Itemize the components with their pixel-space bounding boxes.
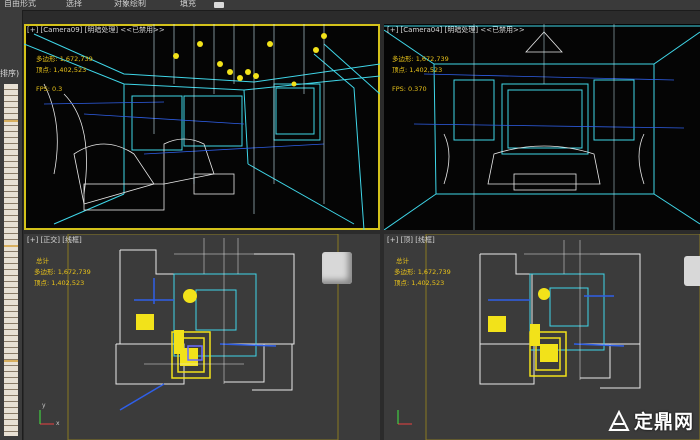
- 3d-viewcube-icon[interactable]: [322, 252, 352, 284]
- stat-name: 顶点:: [394, 279, 410, 287]
- stat-row: 总计: [394, 256, 451, 267]
- stat-name: 多边形:: [392, 55, 414, 63]
- stat-value: 总计: [396, 257, 409, 265]
- stat-value: 0.3: [51, 85, 63, 93]
- stat-name: 多边形:: [394, 268, 416, 276]
- axis-gizmo-icon: [39, 410, 54, 425]
- stat-name: 顶点:: [36, 66, 52, 74]
- stat-row: 顶点: 1,402,523: [36, 65, 93, 76]
- ruler-marker: [4, 360, 18, 362]
- stat-value: 1,672,739: [417, 268, 451, 276]
- viewport-label[interactable]: [+] [正交] [线框]: [27, 235, 82, 245]
- stat-row: 多边形: 1,672,739: [392, 54, 449, 65]
- viewport-label[interactable]: [+] [顶] [线框]: [387, 235, 435, 245]
- stat-value: 1,402,523: [411, 279, 445, 287]
- viewport-label[interactable]: [+] [Camera04] [明暗处理] <<已禁用>>: [387, 25, 525, 35]
- viewport-menu-icon[interactable]: [214, 2, 224, 8]
- stat-value: 1,672,739: [415, 55, 449, 63]
- viewport-stats: 多边形: 1,672,739 顶点: 1,402,523 FPS: 0.3: [36, 54, 93, 95]
- menu-item-object-paint[interactable]: 对象绘制: [114, 0, 146, 9]
- viewport-camera09[interactable]: [+] [Camera09] [明暗处理] <<已禁用>> 多边形: 1,672,…: [24, 24, 380, 230]
- viewport-stats: 总计 多边形: 1,672,739 顶点: 1,402,523: [394, 256, 451, 289]
- stat-row: 多边形: 1,672,739: [36, 54, 93, 65]
- menu-bar: 自由形式 选择 对象绘制 填充: [0, 0, 700, 11]
- 3d-viewcube-icon[interactable]: [684, 256, 700, 286]
- menu-item-freeform[interactable]: 自由形式: [4, 0, 36, 9]
- axis-gizmo-icon: [397, 410, 412, 425]
- menu-item-select[interactable]: 选择: [66, 0, 82, 9]
- menu-item-populate[interactable]: 填充: [180, 0, 196, 9]
- stat-name: 多边形:: [36, 55, 58, 63]
- stat-row: 总计: [34, 256, 91, 267]
- stat-row: 多边形: 1,672,739: [394, 267, 451, 278]
- stat-row: FPS: 0.370: [392, 84, 449, 95]
- watermark-text: 定鼎网: [633, 411, 694, 433]
- stat-value: 1,402,523: [53, 66, 87, 74]
- stat-row: FPS: 0.3: [36, 84, 93, 95]
- stat-row: 顶点: 1,402,523: [394, 278, 451, 289]
- viewport-stats: 总计 多边形: 1,672,739 顶点: 1,402,523: [34, 256, 91, 289]
- viewport-label[interactable]: [+] [Camera09] [明暗处理] <<已禁用>>: [27, 25, 165, 35]
- viewport-stats: 多边形: 1,672,739 顶点: 1,402,523 FPS: 0.370: [392, 54, 449, 95]
- stat-value: 1,402,523: [409, 66, 443, 74]
- stat-value: 1,672,739: [59, 55, 93, 63]
- ruler-marker: [4, 245, 18, 247]
- logo-icon: [608, 409, 630, 431]
- stat-name: 顶点:: [34, 279, 50, 287]
- stat-row: 多边形: 1,672,739: [34, 267, 91, 278]
- viewport-top[interactable]: [+] [顶] [线框] 总计 多边形: 1,672,739 顶点: 1,402,5…: [384, 234, 700, 440]
- axis-label-x: x: [56, 420, 60, 427]
- stat-value: 0.370: [407, 85, 427, 93]
- stat-value: 总计: [36, 257, 49, 265]
- stat-name: FPS:: [36, 85, 50, 93]
- stat-row: 顶点: 1,402,523: [34, 278, 91, 289]
- viewport-orthographic[interactable]: [+] [正交] [线框] 总计 多边形: 1,672,739 顶点: 1,402,…: [24, 234, 380, 440]
- stat-row: 顶点: 1,402,523: [392, 65, 449, 76]
- ruler-marker: [4, 120, 18, 122]
- stat-value: 1,672,739: [57, 268, 91, 276]
- axis-label-y: y: [42, 402, 46, 409]
- stat-value: 1,402,523: [51, 279, 85, 287]
- stat-name: FPS:: [392, 85, 406, 93]
- watermark: 定鼎网: [608, 407, 694, 434]
- viewport-camera04[interactable]: [+] [Camera04] [明暗处理] <<已禁用>> 多边形: 1,672,…: [384, 24, 700, 230]
- sort-label: 排序): [0, 69, 20, 78]
- stat-name: 多边形:: [34, 268, 56, 276]
- ruler-scrollbar[interactable]: [4, 84, 18, 436]
- stat-name: 顶点:: [392, 66, 408, 74]
